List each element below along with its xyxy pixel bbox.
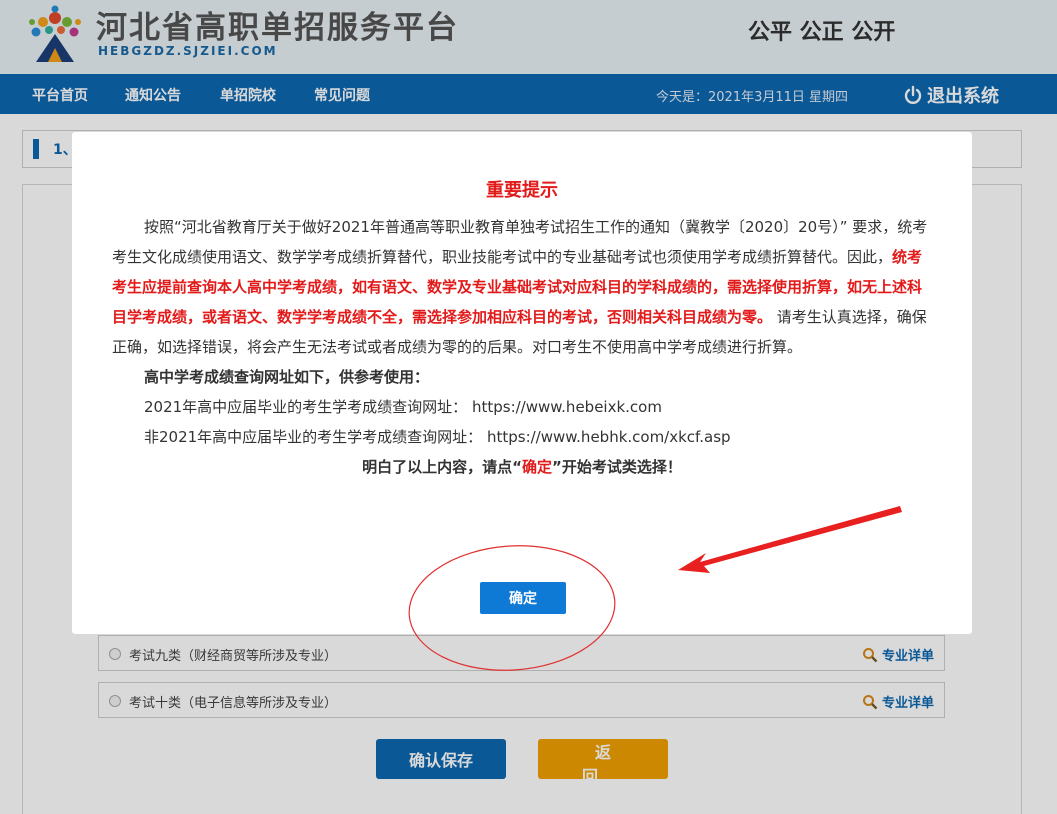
- confirm-post: ”开始考试类选择！: [552, 458, 682, 476]
- dialog-body: 按照“河北省教育厅关于做好2021年普通高等职业教育单独考试招生工作的通知（冀教…: [112, 212, 932, 482]
- query-link-previous[interactable]: https://www.hebhk.com/xkcf.asp: [487, 428, 731, 446]
- query-line-previous: 非2021年高中应届毕业的考生学考成绩查询网址： https://www.heb…: [112, 422, 932, 452]
- query-link-current[interactable]: https://www.hebeixk.com: [472, 398, 662, 416]
- confirm-key: 确定: [522, 458, 553, 476]
- dialog-title: 重要提示: [486, 180, 558, 201]
- notice-paragraph: 按照“河北省教育厅关于做好2021年普通高等职业教育单独考试招生工作的通知（冀教…: [112, 212, 932, 362]
- query-line-previous-label: 非2021年高中应届毕业的考生学考成绩查询网址：: [144, 428, 483, 446]
- query-heading: 高中学考成绩查询网址如下，供参考使用：: [144, 368, 430, 386]
- important-notice-dialog: 重要提示 按照“河北省教育厅关于做好2021年普通高等职业教育单独考试招生工作的…: [72, 132, 972, 634]
- notice-text: 按照“河北省教育厅关于做好2021年普通高等职业教育单独考试招生工作的通知（冀教…: [112, 218, 928, 266]
- ok-button[interactable]: 确定: [480, 582, 566, 614]
- confirm-pre: 明白了以上内容，请点“: [362, 458, 522, 476]
- confirm-instruction: 明白了以上内容，请点“确定”开始考试类选择！: [112, 452, 932, 482]
- query-line-current: 2021年高中应届毕业的考生学考成绩查询网址： https://www.hebe…: [112, 392, 932, 422]
- query-line-current-label: 2021年高中应届毕业的考生学考成绩查询网址：: [144, 398, 468, 416]
